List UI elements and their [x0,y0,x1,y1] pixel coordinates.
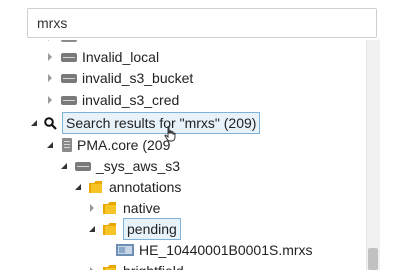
pending-label[interactable]: pending [123,218,181,240]
caret-right-icon[interactable] [86,265,98,270]
caret-right-icon[interactable] [44,94,56,106]
caret-right-icon[interactable] [44,72,56,84]
folder-icon [102,264,118,270]
caret-down-icon[interactable] [58,160,70,172]
hand-cursor-icon [164,126,176,147]
caret-down-icon[interactable] [86,223,98,235]
tree-row-invalid-s3-bucket[interactable]: invalid_s3_bucket [44,67,193,89]
server-icon [62,138,72,152]
tree-label[interactable]: brightfield [123,261,184,270]
tree-row-annotations[interactable]: annotations [72,176,181,198]
tree-view: Invalid_local invalid_s3_bucket invalid_… [0,40,366,270]
caret-right-icon[interactable] [44,40,56,43]
tree-label[interactable]: invalid_s3_bucket [82,68,193,88]
tree-row-invalid-local[interactable]: Invalid_local [44,46,159,68]
tree-label[interactable]: HE_10440001B0001S.mrxs [139,240,313,260]
tree-row-brightfield[interactable]: brightfield [86,260,184,270]
folder-icon [102,201,118,215]
drive-icon [61,72,77,84]
scrollbar-thumb[interactable] [368,248,378,270]
tree-row-native[interactable]: native [86,197,160,219]
tree-row-pending[interactable]: pending [86,218,181,240]
drive-icon [61,40,77,43]
caret-down-icon[interactable] [44,139,56,151]
tree-row-file[interactable]: HE_10440001B0001S.mrxs [116,239,313,261]
tree-row-sys-aws-s3[interactable]: _sys_aws_s3 [58,155,180,177]
search-icon [44,116,57,130]
search-results-label[interactable]: Search results for "mrxs" (209) [62,112,261,134]
caret-right-icon[interactable] [44,51,56,63]
folder-icon [102,222,118,236]
folder-icon [88,180,104,194]
tree-label[interactable]: PMA.core (209 [77,135,170,155]
tree-label[interactable]: annotations [109,177,181,197]
scrollbar-track[interactable] [366,40,380,270]
tree-label[interactable]: invalid_s3_cred [82,90,179,110]
caret-down-icon[interactable] [28,117,40,129]
tree-label[interactable]: Invalid_local [82,47,159,67]
caret-down-icon[interactable] [72,181,84,193]
slide-image-icon [116,244,134,256]
drive-icon [61,51,77,63]
tree-label[interactable]: _sys_aws_s3 [96,156,180,176]
tree-row-invalid-s3-cred[interactable]: invalid_s3_cred [44,89,179,111]
drive-icon [75,160,91,172]
drive-icon [61,94,77,106]
tree-label[interactable]: native [123,198,160,218]
tree-row-search-results[interactable]: Search results for "mrxs" (209) [28,112,261,134]
tree-row-pma-core[interactable]: PMA.core (209 [44,134,170,156]
search-input[interactable]: mrxs [27,8,377,38]
caret-right-icon[interactable] [86,202,98,214]
